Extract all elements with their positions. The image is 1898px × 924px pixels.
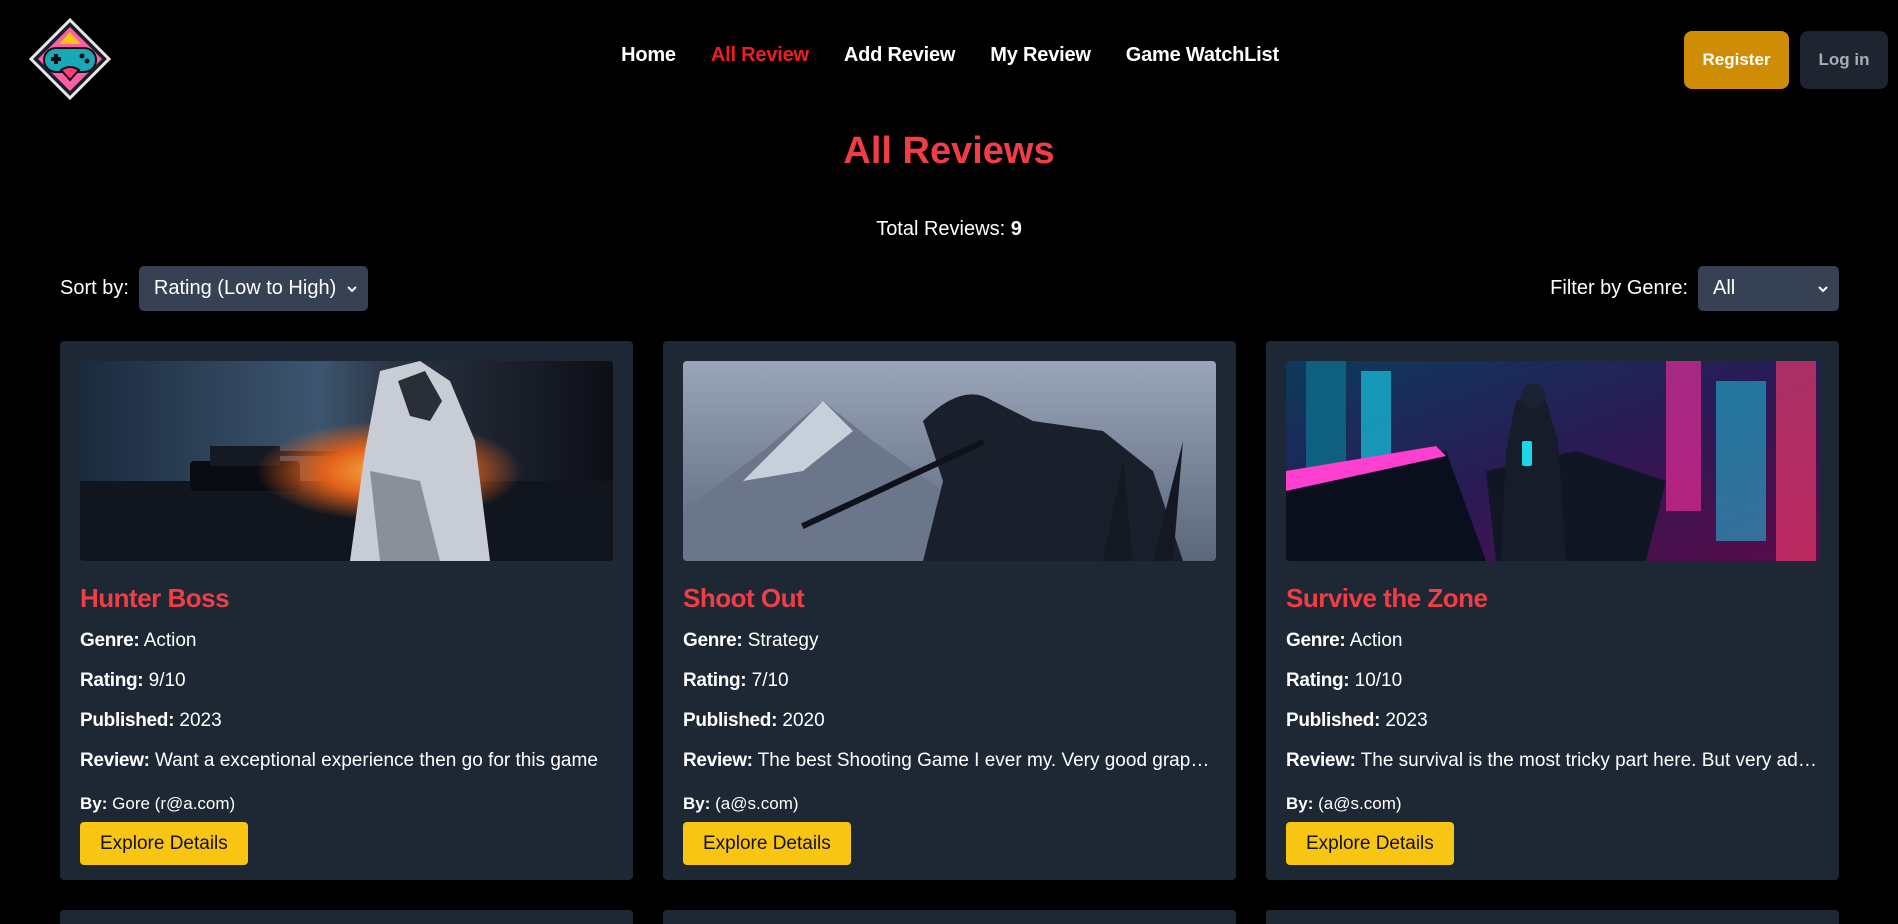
- card-author: By: Gore (r@a.com): [80, 794, 613, 814]
- sort-select-value: Rating (Low to High): [153, 277, 337, 299]
- published-label: Published:: [1286, 710, 1381, 731]
- review-card: [1266, 910, 1839, 924]
- sort-select[interactable]: Rating (Low to High): [138, 266, 368, 311]
- author-value: (a@s.com): [1318, 794, 1402, 813]
- nav-home[interactable]: Home: [621, 44, 676, 67]
- card-genre: Genre: Action: [1286, 628, 1819, 654]
- total-reviews-label: Total Reviews:: [876, 218, 1006, 240]
- genre-value: Action: [143, 630, 197, 651]
- game-cover-image: [683, 361, 1216, 561]
- game-cover-image: [1286, 361, 1819, 561]
- review-card: Shoot Out Genre: Strategy Rating: 7/10 P…: [663, 341, 1236, 880]
- review-label: Review:: [1286, 750, 1356, 771]
- card-rating: Rating: 7/10: [683, 668, 1216, 694]
- card-published: Published: 2023: [1286, 708, 1819, 734]
- card-title[interactable]: Shoot Out: [683, 583, 1216, 614]
- genre-filter-label: Filter by Genre:: [1550, 277, 1688, 299]
- genre-filter-control: Filter by Genre: All: [1550, 266, 1839, 311]
- card-rating: Rating: 9/10: [80, 668, 613, 694]
- review-label: Review:: [80, 750, 150, 771]
- review-text: Want a exceptional experience then go fo…: [155, 750, 598, 771]
- nav-links: Home All Review Add Review My Review Gam…: [0, 44, 1898, 67]
- rating-label: Rating:: [683, 670, 747, 691]
- chevron-down-icon: [347, 285, 357, 292]
- nav-add-review[interactable]: Add Review: [844, 44, 956, 67]
- nav-game-watchlist[interactable]: Game WatchList: [1126, 44, 1279, 67]
- explore-details-button[interactable]: Explore Details: [1286, 822, 1454, 865]
- register-button[interactable]: Register: [1684, 31, 1789, 89]
- author-value: Gore (r@a.com): [112, 794, 236, 813]
- nav-all-review[interactable]: All Review: [711, 44, 809, 67]
- page-title: All Reviews: [843, 130, 1055, 172]
- published-value: 2023: [179, 710, 222, 731]
- review-card: [60, 910, 633, 924]
- by-label: By:: [683, 794, 711, 813]
- game-cover-image: [80, 361, 613, 561]
- review-card: Hunter Boss Genre: Action Rating: 9/10 P…: [60, 341, 633, 880]
- review-text: The best Shooting Game I ever my. Very g…: [757, 750, 1216, 771]
- author-value: (a@s.com): [715, 794, 799, 813]
- card-review: Review: The survival is the most tricky …: [1286, 748, 1819, 774]
- rating-value: 9/10: [148, 670, 186, 691]
- card-genre: Genre: Strategy: [683, 628, 1216, 654]
- review-card: [663, 910, 1236, 924]
- published-label: Published:: [80, 710, 175, 731]
- card-author: By: (a@s.com): [1286, 794, 1819, 814]
- genre-value: Action: [1349, 630, 1403, 651]
- sort-control: Sort by: Rating (Low to High): [60, 266, 368, 311]
- review-label: Review:: [683, 750, 753, 771]
- genre-label: Genre:: [80, 630, 140, 651]
- navbar: Home All Review Add Review My Review Gam…: [0, 0, 1898, 120]
- review-card-grid: Hunter Boss Genre: Action Rating: 9/10 P…: [60, 341, 1839, 924]
- review-text: The survival is the most tricky part her…: [1360, 750, 1819, 771]
- genre-value: Strategy: [747, 630, 819, 651]
- rating-label: Rating:: [1286, 670, 1350, 691]
- total-reviews: Total Reviews: 9: [0, 218, 1898, 241]
- total-reviews-count: 9: [1010, 218, 1022, 240]
- card-published: Published: 2020: [683, 708, 1216, 734]
- card-genre: Genre: Action: [80, 628, 613, 654]
- genre-filter-select[interactable]: All: [1698, 266, 1839, 311]
- explore-details-button[interactable]: Explore Details: [80, 822, 248, 865]
- card-published: Published: 2023: [80, 708, 613, 734]
- chevron-down-icon: [1818, 285, 1828, 292]
- genre-label: Genre:: [1286, 630, 1346, 651]
- nav-my-review[interactable]: My Review: [990, 44, 1091, 67]
- rating-value: 10/10: [1354, 670, 1403, 691]
- review-card: Survive the Zone Genre: Action Rating: 1…: [1266, 341, 1839, 880]
- card-title[interactable]: Survive the Zone: [1286, 583, 1819, 614]
- published-value: 2020: [782, 710, 825, 731]
- card-rating: Rating: 10/10: [1286, 668, 1819, 694]
- genre-label: Genre:: [683, 630, 743, 651]
- by-label: By:: [1286, 794, 1314, 813]
- card-title[interactable]: Hunter Boss: [80, 583, 613, 614]
- login-button[interactable]: Log in: [1800, 31, 1888, 89]
- published-label: Published:: [683, 710, 778, 731]
- by-label: By:: [80, 794, 108, 813]
- card-author: By: (a@s.com): [683, 794, 1216, 814]
- genre-filter-value: All: [1713, 277, 1736, 299]
- sort-label: Sort by:: [60, 277, 129, 299]
- rating-label: Rating:: [80, 670, 144, 691]
- rating-value: 7/10: [751, 670, 789, 691]
- card-review: Review: The best Shooting Game I ever my…: [683, 748, 1216, 774]
- explore-details-button[interactable]: Explore Details: [683, 822, 851, 865]
- published-value: 2023: [1385, 710, 1428, 731]
- card-review: Review: Want a exceptional experience th…: [80, 748, 613, 774]
